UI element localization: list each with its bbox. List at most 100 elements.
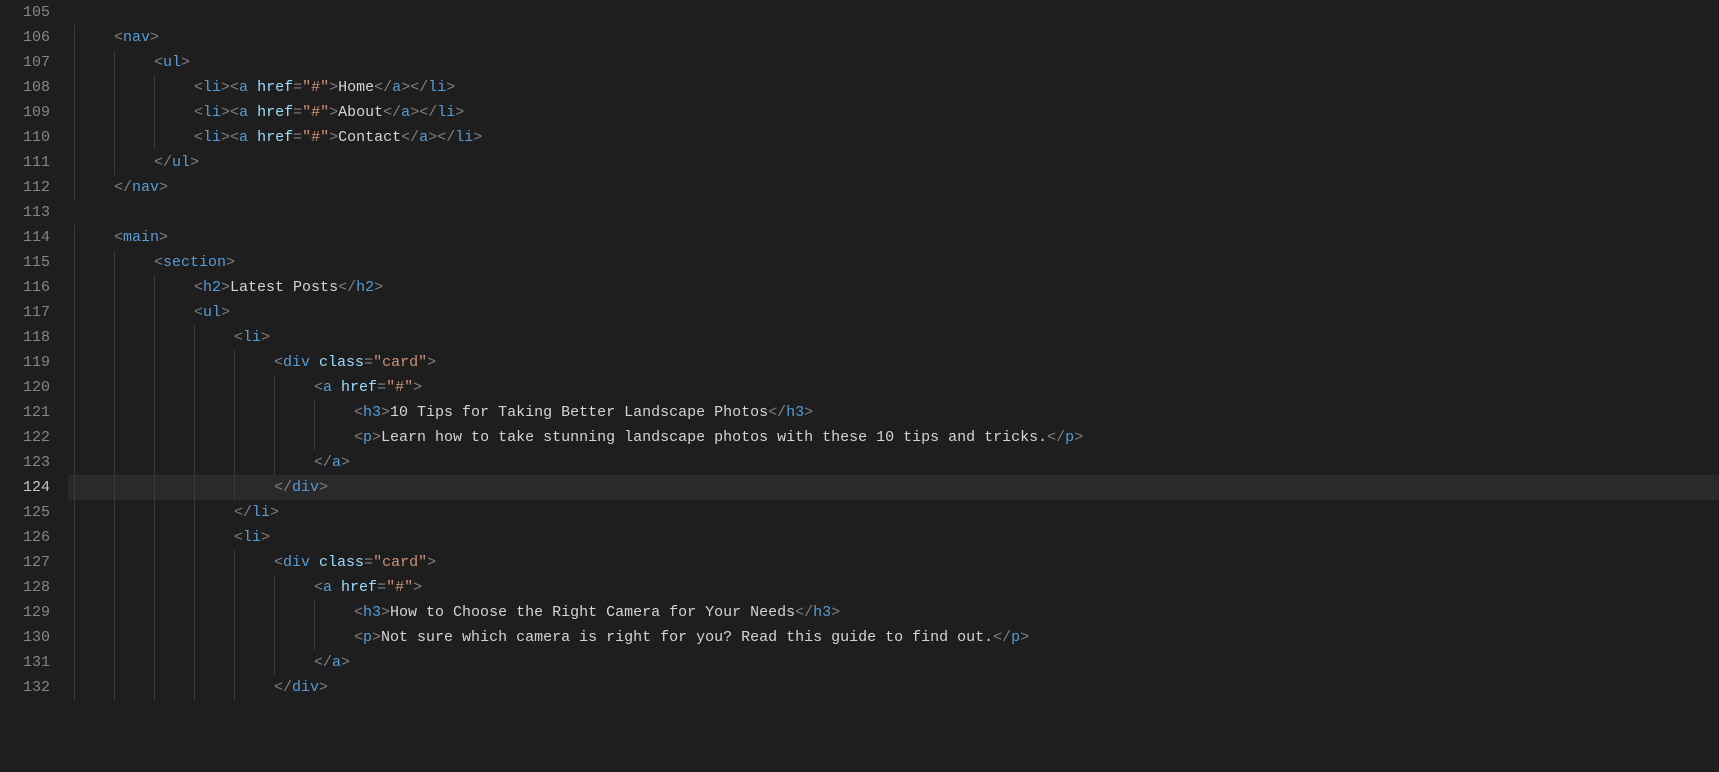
token-tag: nav — [123, 29, 150, 46]
token-txt — [332, 579, 341, 596]
indent-guide — [154, 75, 194, 100]
token-pun: > — [455, 104, 464, 121]
token-pun: ></ — [401, 79, 428, 96]
token-tag: a — [323, 379, 332, 396]
token-tag: a — [332, 454, 341, 471]
code-line[interactable]: </div> — [68, 675, 1719, 700]
indent-guide — [194, 550, 234, 575]
token-tag: h2 — [356, 279, 374, 296]
line-number: 109 — [0, 100, 50, 125]
code-line[interactable]: <h3>How to Choose the Right Camera for Y… — [68, 600, 1719, 625]
code-line[interactable]: <p>Learn how to take stunning landscape … — [68, 425, 1719, 450]
token-pun: > — [381, 604, 390, 621]
token-tag: ul — [172, 154, 190, 171]
code-line[interactable]: <ul> — [68, 50, 1719, 75]
indent-guide — [74, 475, 114, 500]
token-txt — [310, 554, 319, 571]
line-number: 108 — [0, 75, 50, 100]
line-number: 124 — [0, 475, 50, 500]
code-line[interactable]: </a> — [68, 450, 1719, 475]
indent-guide — [154, 425, 194, 450]
code-line[interactable]: <h2>Latest Posts</h2> — [68, 275, 1719, 300]
token-tag: h2 — [203, 279, 221, 296]
token-pun: < — [194, 279, 203, 296]
code-line[interactable]: <section> — [68, 250, 1719, 275]
line-number: 105 — [0, 0, 50, 25]
code-line[interactable]: </ul> — [68, 150, 1719, 175]
code-line[interactable]: <main> — [68, 225, 1719, 250]
indent-guide — [114, 125, 154, 150]
token-tag: li — [243, 529, 261, 546]
token-pun: </ — [338, 279, 356, 296]
token-pun: > — [374, 279, 383, 296]
indent-guide — [114, 150, 154, 175]
line-number: 122 — [0, 425, 50, 450]
line-number-gutter: 1051061071081091101111121131141151161171… — [0, 0, 68, 772]
token-pun: = — [377, 379, 386, 396]
token-tag: div — [283, 554, 310, 571]
indent-guide — [74, 525, 114, 550]
line-number: 115 — [0, 250, 50, 275]
code-line[interactable]: <div class="card"> — [68, 350, 1719, 375]
code-line[interactable]: </a> — [68, 650, 1719, 675]
token-pun: ></ — [428, 129, 455, 146]
token-tag: a — [239, 79, 248, 96]
code-line[interactable]: <nav> — [68, 25, 1719, 50]
code-line[interactable]: <li><a href="#">About</a></li> — [68, 100, 1719, 125]
indent-guide — [154, 400, 194, 425]
code-line[interactable]: <p>Not sure which camera is right for yo… — [68, 625, 1719, 650]
token-pun: > — [329, 79, 338, 96]
indent-guide — [154, 275, 194, 300]
indent-guide — [114, 675, 154, 700]
token-tag: a — [239, 129, 248, 146]
code-line[interactable]: <li><a href="#">Contact</a></li> — [68, 125, 1719, 150]
code-line[interactable] — [68, 200, 1719, 225]
indent-guide — [114, 250, 154, 275]
indent-guide — [194, 425, 234, 450]
token-attr: href — [257, 104, 293, 121]
token-pun: = — [293, 129, 302, 146]
indent-guide — [194, 525, 234, 550]
indent-guide — [74, 25, 114, 50]
token-tag: li — [243, 329, 261, 346]
code-line[interactable]: <a href="#"> — [68, 375, 1719, 400]
indent-guide — [114, 50, 154, 75]
token-txt: Not sure which camera is right for you? … — [381, 629, 993, 646]
code-line[interactable]: <li> — [68, 525, 1719, 550]
code-line[interactable]: <a href="#"> — [68, 575, 1719, 600]
token-pun: < — [354, 429, 363, 446]
token-tag: li — [428, 79, 446, 96]
code-line[interactable]: <div class="card"> — [68, 550, 1719, 575]
code-line[interactable]: <li> — [68, 325, 1719, 350]
token-tag: div — [292, 479, 319, 496]
code-line[interactable]: <h3>10 Tips for Taking Better Landscape … — [68, 400, 1719, 425]
indent-guide — [74, 350, 114, 375]
line-number: 110 — [0, 125, 50, 150]
indent-guide — [74, 125, 114, 150]
line-number: 127 — [0, 550, 50, 575]
token-txt: Home — [338, 79, 374, 96]
indent-guide — [234, 550, 274, 575]
code-line[interactable]: </nav> — [68, 175, 1719, 200]
indent-guide — [74, 400, 114, 425]
token-pun: = — [364, 354, 373, 371]
code-line[interactable]: </li> — [68, 500, 1719, 525]
token-pun: </ — [114, 179, 132, 196]
code-line[interactable]: <li><a href="#">Home</a></li> — [68, 75, 1719, 100]
indent-guide — [154, 325, 194, 350]
token-txt — [332, 379, 341, 396]
line-number: 111 — [0, 150, 50, 175]
code-editor-area[interactable]: <nav><ul><li><a href="#">Home</a></li><l… — [68, 0, 1719, 772]
token-pun: > — [446, 79, 455, 96]
indent-guide — [114, 600, 154, 625]
code-line[interactable] — [68, 0, 1719, 25]
token-pun: > — [221, 304, 230, 321]
token-tag: li — [252, 504, 270, 521]
token-tag: main — [123, 229, 159, 246]
token-tag: div — [292, 679, 319, 696]
code-line[interactable]: <ul> — [68, 300, 1719, 325]
code-line[interactable]: </div> — [68, 475, 1719, 500]
token-attr: href — [341, 379, 377, 396]
token-pun: </ — [1047, 429, 1065, 446]
indent-guide — [154, 350, 194, 375]
